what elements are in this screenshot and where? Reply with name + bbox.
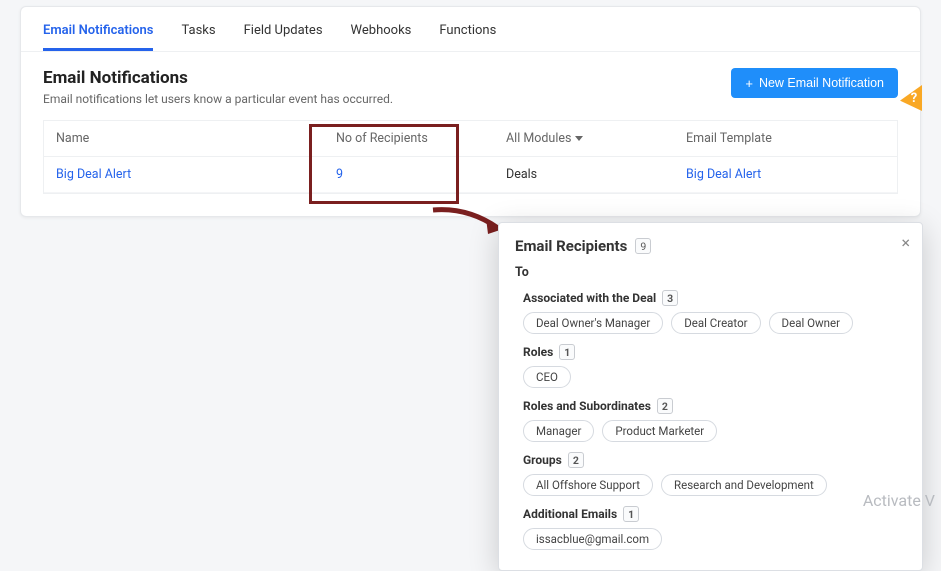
chip: All Offshore Support: [523, 474, 653, 496]
notifications-table: Name No of Recipients All Modules Email …: [43, 120, 898, 194]
chip: CEO: [523, 366, 571, 388]
group-count-badge: 2: [568, 452, 584, 468]
chip: Deal Creator: [671, 312, 760, 334]
section-header: Email Notifications Email notifications …: [21, 52, 920, 120]
row-name-link[interactable]: Big Deal Alert: [56, 167, 336, 182]
chip: Research and Development: [661, 474, 827, 496]
new-email-notification-button[interactable]: + New Email Notification: [731, 68, 898, 98]
chip: Manager: [523, 420, 594, 442]
plus-icon: +: [745, 77, 753, 90]
chip: Deal Owner's Manager: [523, 312, 663, 334]
group-count-badge: 1: [623, 506, 639, 522]
chip: issacblue@gmail.com: [523, 528, 662, 550]
group-roles: Roles 1 CEO: [523, 344, 906, 388]
group-groups: Groups 2 All Offshore Support Research a…: [523, 452, 906, 496]
col-template: Email Template: [686, 131, 885, 146]
group-title: Additional Emails: [523, 507, 617, 521]
row-module: Deals: [506, 167, 686, 182]
main-card: Email Notifications Tasks Field Updates …: [20, 6, 921, 217]
tab-email-notifications[interactable]: Email Notifications: [43, 17, 153, 51]
col-module-dropdown[interactable]: All Modules: [506, 131, 686, 146]
group-title: Roles: [523, 345, 553, 359]
tab-webhooks[interactable]: Webhooks: [351, 17, 412, 51]
group-count-badge: 3: [662, 290, 678, 306]
tab-functions[interactable]: Functions: [439, 17, 496, 51]
group-title: Associated with the Deal: [523, 291, 656, 305]
group-count-badge: 1: [559, 344, 575, 360]
popup-total-badge: 9: [635, 238, 651, 254]
table-header: Name No of Recipients All Modules Email …: [44, 121, 897, 157]
close-icon[interactable]: ×: [901, 235, 910, 251]
group-count-badge: 2: [657, 398, 673, 414]
row-template-link[interactable]: Big Deal Alert: [686, 167, 885, 182]
group-title: Roles and Subordinates: [523, 399, 651, 413]
to-label: To: [515, 265, 906, 280]
group-title: Groups: [523, 453, 562, 467]
group-associated: Associated with the Deal 3 Deal Owner's …: [523, 290, 906, 334]
popup-title: Email Recipients: [515, 237, 627, 255]
col-recipients: No of Recipients: [336, 131, 506, 146]
col-name: Name: [56, 131, 336, 146]
chevron-down-icon: [575, 136, 583, 141]
new-button-label: New Email Notification: [759, 76, 884, 90]
tab-bar: Email Notifications Tasks Field Updates …: [21, 7, 920, 52]
row-recipients-link[interactable]: 9: [336, 167, 506, 182]
group-additional-emails: Additional Emails 1 issacblue@gmail.com: [523, 506, 906, 550]
tab-field-updates[interactable]: Field Updates: [244, 17, 323, 51]
table-row: Big Deal Alert 9 Deals Big Deal Alert: [44, 157, 897, 193]
group-roles-subordinates: Roles and Subordinates 2 Manager Product…: [523, 398, 906, 442]
chip: Deal Owner: [769, 312, 853, 334]
col-module-label: All Modules: [506, 131, 571, 146]
chip: Product Marketer: [602, 420, 717, 442]
page-title: Email Notifications: [43, 68, 393, 88]
email-recipients-popup: × Email Recipients 9 To Associated with …: [498, 222, 923, 571]
page-subtitle: Email notifications let users know a par…: [43, 92, 393, 106]
tab-tasks[interactable]: Tasks: [181, 17, 215, 51]
